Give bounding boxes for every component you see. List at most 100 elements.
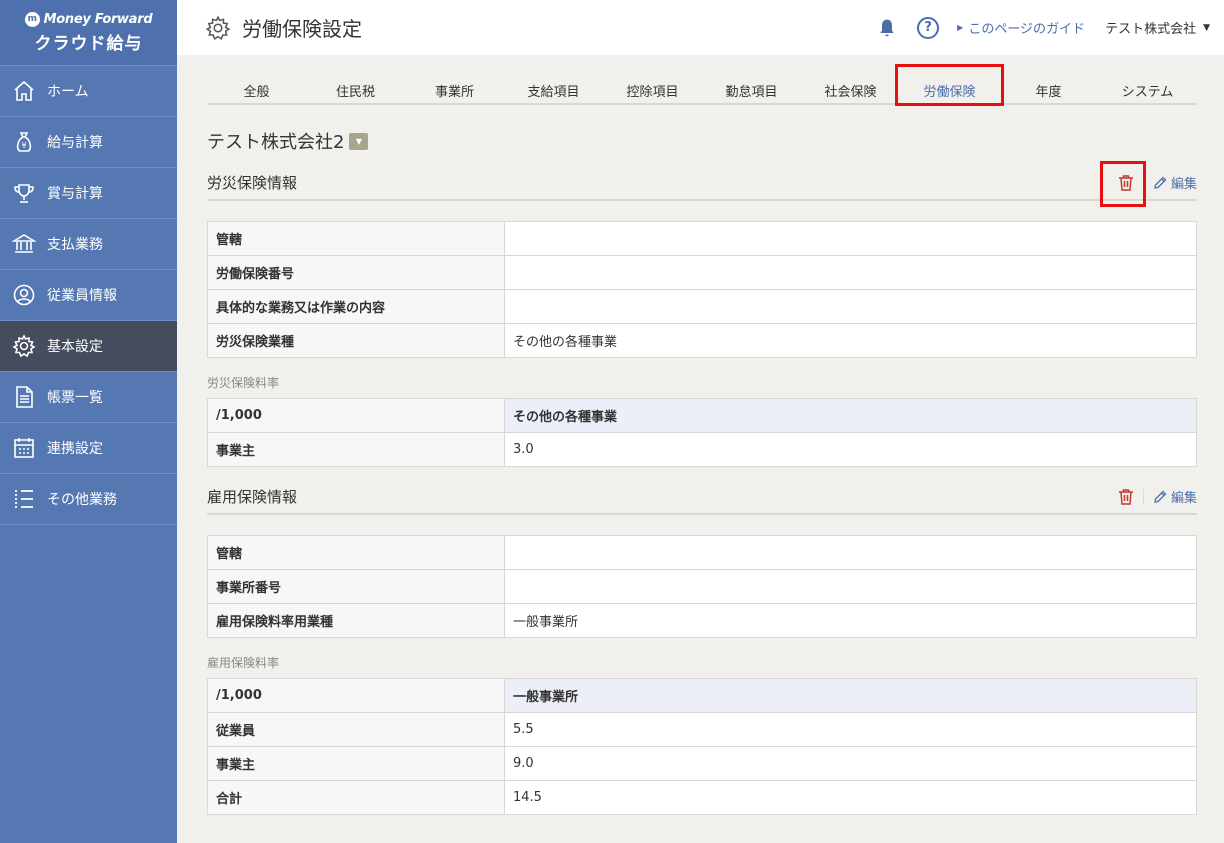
gear-icon <box>12 334 36 358</box>
row-label: 事業主 <box>207 432 505 467</box>
sidebar-item-integrations[interactable]: 連携設定 <box>0 423 177 474</box>
sidebar-item-reports[interactable]: 帳票一覧 <box>0 372 177 423</box>
dropdown-toggle-icon[interactable]: ▼ <box>349 132 369 150</box>
table-row: 具体的な業務又は作業の内容 <box>207 289 1197 324</box>
table-row: 従業員 5.5 <box>207 712 1197 747</box>
bank-icon <box>12 232 36 256</box>
sidebar-item-label: 基本設定 <box>47 339 103 355</box>
table-row: 事業主 3.0 <box>207 432 1197 467</box>
money-forward-logo-icon: m <box>24 11 40 27</box>
sidebar-item-label: 賞与計算 <box>47 186 103 202</box>
sidebar-item-home[interactable]: ホーム <box>0 66 177 117</box>
edit-button[interactable]: 編集 <box>1153 173 1197 192</box>
table-row: 管轄 <box>207 535 1197 570</box>
row-label: /1,000 <box>207 678 505 713</box>
divider <box>1142 488 1144 505</box>
caret-down-icon: ▼ <box>1203 22 1210 33</box>
trash-icon[interactable] <box>1118 488 1134 505</box>
row-value: 一般事業所 <box>504 678 1197 713</box>
row-value: 3.0 <box>504 432 1197 467</box>
sidebar-item-bonus[interactable]: 賞与計算 <box>0 168 177 219</box>
row-label: 雇用保険料率用業種 <box>207 603 505 638</box>
sidebar-item-label: 従業員情報 <box>47 288 117 304</box>
row-value: その他の各種事業 <box>504 398 1197 433</box>
table-row: 管轄 <box>207 221 1197 256</box>
table-row: 事業所番号 <box>207 569 1197 604</box>
row-value <box>504 569 1197 604</box>
gear-icon <box>205 14 231 40</box>
tab-resident-tax[interactable]: 住民税 <box>306 55 405 103</box>
table-row: 合計 14.5 <box>207 780 1197 815</box>
table-row: 事業主 9.0 <box>207 746 1197 781</box>
svg-text:¥: ¥ <box>21 141 26 150</box>
sidebar-item-label: 連携設定 <box>47 441 103 457</box>
sidebar-item-label: 帳票一覧 <box>47 390 103 406</box>
caret-right-icon: ▶ <box>957 23 964 32</box>
row-label: 労働保険番号 <box>207 255 505 290</box>
row-value: 一般事業所 <box>504 603 1197 638</box>
money-bag-icon: ¥ <box>12 130 36 154</box>
home-icon <box>12 79 36 103</box>
rosai-section-header: 労災保険情報 編集 <box>207 161 1197 207</box>
top-header: 労働保険設定 ? ▶ このページのガイド テスト株式会社 ▼ <box>177 0 1224 55</box>
tab-fiscal-year[interactable]: 年度 <box>999 55 1098 103</box>
row-value: 5.5 <box>504 712 1197 747</box>
row-label: 労災保険業種 <box>207 323 505 358</box>
table-row: 雇用保険料率用業種 一般事業所 <box>207 603 1197 638</box>
koyo-info-table: 管轄 事業所番号 雇用保険料率用業種 一般事業所 <box>207 535 1197 638</box>
row-label: 事業所番号 <box>207 569 505 604</box>
sidebar-item-label: 給与計算 <box>47 135 103 151</box>
rosai-info-table: 管轄 労働保険番号 具体的な業務又は作業の内容 労災保険業種 その他の各種事業 <box>207 221 1197 358</box>
sidebar-item-label: その他業務 <box>47 492 117 508</box>
help-icon[interactable]: ? <box>917 16 940 39</box>
sidebar-item-employees[interactable]: 従業員情報 <box>0 270 177 321</box>
row-value: 14.5 <box>504 780 1197 815</box>
row-value <box>504 221 1197 256</box>
pencil-icon <box>1154 176 1167 189</box>
sidebar-item-label: 支払業務 <box>47 237 103 253</box>
tab-social-insurance[interactable]: 社会保険 <box>801 55 900 103</box>
sidebar-item-settings[interactable]: 基本設定 <box>0 321 177 372</box>
calendar-icon <box>12 436 36 460</box>
row-label: 具体的な業務又は作業の内容 <box>207 289 505 324</box>
app-logo[interactable]: m Money Forward クラウド給与 <box>0 0 177 66</box>
page-title: 労働保険設定 <box>242 17 362 41</box>
sidebar-item-others[interactable]: その他業務 <box>0 474 177 525</box>
page-guide-link[interactable]: ▶ このページのガイド <box>957 18 1085 37</box>
pencil-icon <box>1154 490 1167 503</box>
edit-button[interactable]: 編集 <box>1153 487 1197 506</box>
main-content: 全般 住民税 事業所 支給項目 控除項目 勤怠項目 社会保険 労働保険 年度 シ… <box>207 55 1197 815</box>
rosai-rate-table: /1,000 その他の各種事業 事業主 3.0 <box>207 398 1197 467</box>
bell-icon[interactable] <box>877 18 897 38</box>
sidebar-item-payroll[interactable]: ¥ 給与計算 <box>0 117 177 168</box>
brand-bottom: クラウド給与 <box>34 33 143 54</box>
koyo-rate-table: /1,000 一般事業所 従業員 5.5 事業主 9.0 合計 14.5 <box>207 678 1197 815</box>
row-label: 合計 <box>207 780 505 815</box>
tab-attendance-items[interactable]: 勤怠項目 <box>702 55 801 103</box>
row-value: その他の各種事業 <box>504 323 1197 358</box>
table-header-row: /1,000 その他の各種事業 <box>207 398 1197 433</box>
rosai-rate-label: 労災保険料率 <box>207 376 280 390</box>
tab-deduction-items[interactable]: 控除項目 <box>603 55 702 103</box>
koyo-rate-label: 雇用保険料率 <box>207 656 280 670</box>
trash-highlight-box <box>1100 161 1146 207</box>
row-value <box>504 289 1197 324</box>
tab-system[interactable]: システム <box>1098 55 1197 103</box>
row-label: 管轄 <box>207 535 505 570</box>
sidebar-item-payments[interactable]: 支払業務 <box>0 219 177 270</box>
company-switcher[interactable]: テスト株式会社 ▼ <box>1105 18 1210 37</box>
tab-general[interactable]: 全般 <box>207 55 306 103</box>
tab-payment-items[interactable]: 支給項目 <box>504 55 603 103</box>
tab-office[interactable]: 事業所 <box>405 55 504 103</box>
koyo-section-header: 雇用保険情報 編集 <box>207 480 1197 515</box>
row-label: /1,000 <box>207 398 505 433</box>
person-icon <box>12 283 36 307</box>
settings-tabs: 全般 住民税 事業所 支給項目 控除項目 勤怠項目 社会保険 労働保険 年度 シ… <box>207 55 1197 106</box>
tab-highlight-box <box>895 64 1004 106</box>
section-title: 雇用保険情報 <box>207 488 298 506</box>
document-icon <box>12 385 36 409</box>
row-label: 管轄 <box>207 221 505 256</box>
trophy-icon <box>12 181 36 205</box>
table-row: 労働保険番号 <box>207 255 1197 290</box>
office-name: テスト株式会社2 <box>207 132 345 153</box>
